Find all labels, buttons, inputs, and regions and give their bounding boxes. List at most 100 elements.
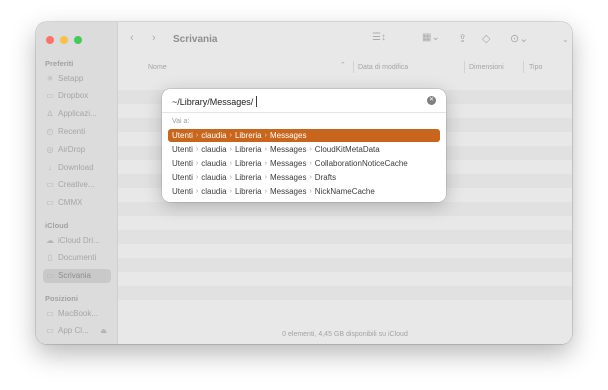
- cloud-icon: ☁: [46, 235, 54, 245]
- divider: [162, 112, 446, 113]
- sidebar-item-label: Setapp: [58, 73, 84, 83]
- setapp-icon: ✳: [46, 73, 54, 83]
- chevron-right-icon: ›: [309, 160, 312, 167]
- sidebar-icloud-item[interactable]: ▭ Scrivania: [43, 268, 111, 283]
- path-suggestion[interactable]: Utenti › claudia › Libreria › Messages › NickNam…: [168, 185, 440, 198]
- sidebar-favorite-item[interactable]: ∆ Applicazi...: [43, 107, 111, 121]
- empty-row-stripe: [118, 286, 572, 300]
- chevron-right-icon: ›: [264, 132, 267, 139]
- sidebar-favorite-item[interactable]: ↓ Download: [43, 160, 111, 174]
- laptop-icon: ▭: [46, 308, 54, 318]
- path-component: claudia: [201, 145, 227, 154]
- chevron-right-icon: ›: [229, 160, 232, 167]
- chevron-right-icon: ›: [264, 188, 267, 195]
- sidebar: Preferiti ✳ Setapp ▭ Dropbox ∆ Applicazi... ◴ R…: [36, 22, 118, 344]
- path-component: Libreria: [234, 187, 262, 196]
- chevron-right-icon: ›: [309, 146, 312, 153]
- drive-icon: ▭: [46, 326, 54, 336]
- chevron-right-icon: ›: [195, 146, 199, 153]
- share-icon[interactable]: ⇪: [458, 32, 467, 45]
- chevron-down-icon[interactable]: ⌄: [562, 35, 569, 44]
- goto-label: Vai a:: [172, 118, 190, 125]
- path-component: Messages: [269, 159, 307, 168]
- empty-row-stripe: [118, 230, 572, 244]
- sidebar-item-label: Dropbox: [58, 91, 89, 101]
- chevron-right-icon: ›: [264, 174, 267, 181]
- chevron-right-icon: ›: [264, 146, 267, 153]
- grid-view-icon[interactable]: ▦⌄: [422, 32, 440, 43]
- folder-icon: ▭: [46, 91, 54, 101]
- column-divider: [353, 61, 354, 73]
- close-window-button[interactable]: [46, 36, 54, 44]
- document-icon: ▯: [47, 253, 53, 263]
- sidebar-location-item[interactable]: ▭ MacBook...: [43, 306, 111, 320]
- path-component: Messages: [269, 131, 307, 140]
- applications-icon: ∆: [47, 109, 53, 119]
- path-component: CloudKitMetaData: [314, 145, 380, 154]
- sidebar-item-label: MacBook...: [58, 308, 99, 318]
- chevron-right-icon: ›: [195, 188, 199, 195]
- path-component: Utenti: [172, 187, 193, 196]
- eject-icon[interactable]: ⏏: [100, 327, 107, 335]
- go-to-folder-dialog: ✕ Vai a: Utenti›claudia›Libreria›Message…: [162, 89, 446, 202]
- chevron-right-icon[interactable]: ›: [152, 32, 156, 44]
- sidebar-item-label: Applicazi...: [58, 109, 97, 119]
- chevron-right-icon: ›: [229, 132, 232, 139]
- sidebar-favorite-item[interactable]: ▭ Dropbox: [43, 89, 111, 103]
- minimize-window-button[interactable]: [60, 36, 68, 44]
- chevron-right-icon: ›: [195, 160, 199, 167]
- path-suggestion[interactable]: Utenti › claudia › Libreria › Messages: [168, 129, 440, 142]
- chevron-right-icon: ›: [309, 174, 312, 181]
- chevron-right-icon: ›: [229, 146, 232, 153]
- column-header-modified[interactable]: Data di modifica: [358, 59, 408, 75]
- clear-icon[interactable]: ✕: [427, 96, 436, 105]
- sidebar-heading-favorites: Preferiti: [45, 59, 74, 68]
- path-suggestion[interactable]: Utenti › claudia › Libreria › Messages › Collabo…: [168, 157, 440, 170]
- folder-icon: ▭: [46, 198, 54, 208]
- chevron-right-icon: ›: [264, 160, 267, 167]
- sidebar-favorite-item[interactable]: ▭ Creative...: [43, 178, 111, 192]
- path-component: Messages: [269, 173, 307, 182]
- zoom-window-button[interactable]: [74, 36, 82, 44]
- sidebar-favorite-item[interactable]: ▭ CMMX: [43, 196, 111, 210]
- path-input[interactable]: [172, 94, 422, 110]
- path-component: Libreria: [234, 131, 262, 140]
- path-suggestion[interactable]: Utenti › claudia › Libreria › Messages › Drafts: [168, 171, 440, 184]
- sidebar-item-label: App Cl...: [58, 326, 89, 336]
- list-view-icon[interactable]: ☰↕: [372, 32, 386, 43]
- path-component: NickNameCache: [314, 187, 375, 196]
- folder-icon: ▭: [46, 180, 54, 190]
- sort-ascending-icon: ⌃: [340, 62, 346, 69]
- chevron-right-icon: ›: [195, 132, 199, 139]
- sidebar-item-label: Download: [58, 162, 94, 172]
- ellipsis-circle-icon[interactable]: ⊙⌄: [510, 32, 528, 45]
- column-header-kind[interactable]: Tipo: [529, 59, 542, 75]
- sidebar-icloud-item[interactable]: ▯ Documenti: [43, 251, 111, 265]
- column-header-name[interactable]: Nome: [148, 59, 167, 75]
- path-component: Libreria: [234, 145, 262, 154]
- path-component: Drafts: [314, 173, 337, 182]
- sidebar-item-label: Documenti: [58, 253, 97, 263]
- column-header-size[interactable]: Dimensioni: [469, 59, 504, 75]
- download-icon: ↓: [48, 162, 52, 172]
- path-component: Libreria: [234, 173, 262, 182]
- sidebar-favorite-item[interactable]: ◎ AirDrop: [43, 142, 111, 156]
- path-component: CollaborationNoticeCache: [314, 159, 408, 168]
- path-component: Utenti: [172, 173, 193, 182]
- sidebar-favorite-item[interactable]: ◴ Recenti: [43, 124, 111, 138]
- status-bar: 0 elementi, 4,45 GB disponibili su iClou…: [282, 331, 408, 338]
- path-component: Messages: [269, 145, 307, 154]
- sidebar-favorite-item[interactable]: ✳ Setapp: [43, 71, 111, 85]
- sidebar-location-item[interactable]: ▭ App Cl... ⏏: [43, 324, 111, 338]
- path-component: claudia: [201, 187, 227, 196]
- path-component: Messages: [269, 187, 307, 196]
- chevron-left-icon[interactable]: ‹: [130, 32, 134, 44]
- sidebar-item-label: Scrivania: [58, 271, 91, 281]
- sidebar-icloud-item[interactable]: ☁ iCloud Dri...: [43, 233, 111, 247]
- empty-row-stripe: [118, 258, 572, 272]
- path-component: Utenti: [172, 131, 193, 140]
- sidebar-item-label: CMMX: [58, 198, 83, 208]
- path-suggestion[interactable]: Utenti › claudia › Libreria › Messages › CloudKi…: [168, 143, 440, 156]
- tag-icon[interactable]: ◇: [482, 32, 490, 45]
- path-component: Utenti: [172, 159, 193, 168]
